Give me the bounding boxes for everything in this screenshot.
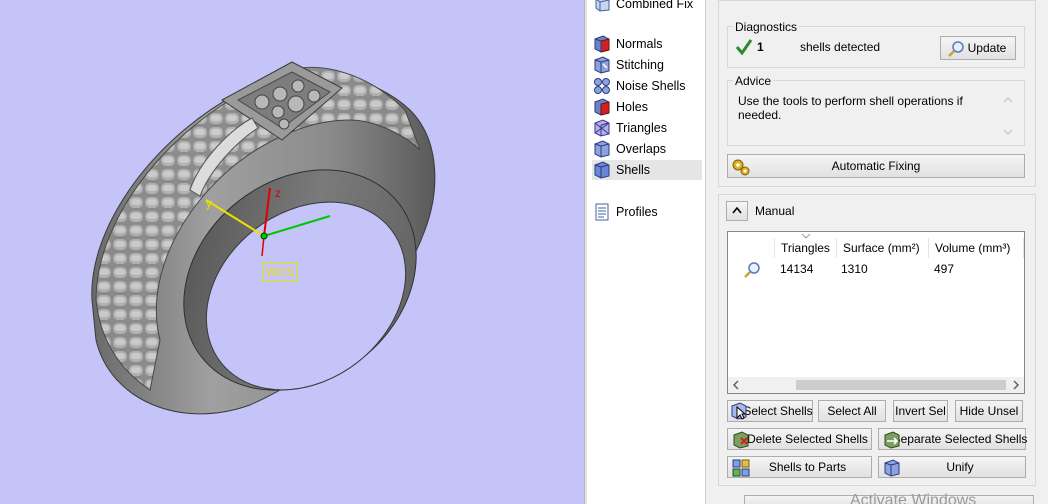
shells-table[interactable]: Triangles Surface (mm²) Volume (mm³) 141… <box>727 231 1025 394</box>
stitching-icon <box>592 56 612 74</box>
advice-scrollbar[interactable] <box>1000 92 1016 140</box>
separate-shells-icon <box>883 431 901 449</box>
tree-item-label: Normals <box>616 37 663 51</box>
zoom-to-shell-icon[interactable] <box>742 260 762 283</box>
cell-surface: 1310 <box>841 262 868 276</box>
wcs-label: WCS <box>262 262 298 282</box>
table-horizontal-scrollbar[interactable] <box>728 377 1024 393</box>
shells-to-parts-label: Shells to Parts <box>768 460 847 474</box>
tree-item-label: Combined Fix <box>616 0 694 11</box>
advice-title: Advice <box>733 74 774 88</box>
shell-count: 1 <box>757 40 764 54</box>
delete-selected-label: Delete Selected Shells <box>747 432 868 446</box>
tree-item-combined-fix[interactable]: Combined Fix <box>592 0 702 14</box>
table-row[interactable]: 14134 1310 497 <box>728 258 1024 280</box>
select-all-label: Select All <box>827 404 877 418</box>
hide-unselected-button[interactable]: Hide Unsel <box>955 400 1023 422</box>
panel-scrollbar[interactable] <box>1040 0 1048 504</box>
cell-triangles: 14134 <box>780 262 814 276</box>
column-header-volume[interactable]: Volume (mm³) <box>928 238 1024 258</box>
unify-label: Unify <box>946 460 974 474</box>
invert-selection-button[interactable]: Invert Sel <box>893 400 948 422</box>
tree-item-label: Noise Shells <box>616 79 686 93</box>
tree-item-holes[interactable]: Holes <box>592 97 702 117</box>
3d-viewport[interactable]: z y WCS <box>0 0 584 504</box>
separate-selected-shells-button[interactable]: Separate Selected Shells <box>878 428 1027 450</box>
scroll-right-icon[interactable] <box>1011 380 1021 390</box>
shells-to-parts-button[interactable]: Shells to Parts <box>727 456 872 478</box>
manual-title: Manual <box>755 204 795 218</box>
shells-icon <box>592 161 612 179</box>
diagnostics-status: shells detected <box>800 40 881 54</box>
select-shells-icon <box>730 402 748 420</box>
advice-text: Use the tools to perform shell operation… <box>738 94 963 122</box>
normals-icon <box>592 35 612 53</box>
column-header-surface[interactable]: Surface (mm²) <box>836 238 928 258</box>
unify-icon <box>883 459 901 477</box>
scroll-left-icon[interactable] <box>731 380 741 390</box>
select-shells-button[interactable]: Select Shells <box>727 400 813 422</box>
overlaps-icon <box>592 140 612 158</box>
magnifier-icon <box>947 40 965 58</box>
tree-item-overlaps[interactable]: Overlaps <box>592 139 702 159</box>
tree-item-normals[interactable]: Normals <box>592 34 702 54</box>
profiles-icon <box>592 203 612 221</box>
diagnostics-title: Diagnostics <box>733 20 800 34</box>
axis-y-label: y <box>206 196 212 210</box>
ring-model <box>91 61 436 415</box>
hide-unsel-label: Hide Unsel <box>959 404 1019 418</box>
update-button[interactable]: Update <box>940 36 1016 60</box>
tree-item-label: Overlaps <box>616 142 667 156</box>
invert-sel-label: Invert Sel <box>895 404 946 418</box>
tree-item-noise-shells[interactable]: Noise Shells <box>592 76 702 96</box>
delete-shells-icon <box>732 431 750 449</box>
scrollbar-thumb[interactable] <box>796 380 1006 390</box>
cell-volume: 497 <box>934 262 955 276</box>
tree-item-label: Holes <box>616 100 648 114</box>
tree-item-label: Shells <box>616 163 651 177</box>
triangles-icon <box>592 119 612 137</box>
automatic-fixing-label: Automatic Fixing <box>831 159 921 173</box>
select-all-button[interactable]: Select All <box>818 400 886 422</box>
tree-item-label: Profiles <box>616 205 658 219</box>
collapse-manual-button[interactable] <box>726 201 748 221</box>
tree-item-triangles[interactable]: Triangles <box>592 118 702 138</box>
holes-icon <box>592 98 612 116</box>
column-header-triangles[interactable]: Triangles <box>774 238 836 258</box>
chevron-up-icon <box>731 204 743 218</box>
shells-to-parts-icon <box>732 459 750 477</box>
combined-fix-icon <box>592 0 612 13</box>
tree-item-stitching[interactable]: Stitching <box>592 55 702 75</box>
axis-z-label: z <box>275 186 281 200</box>
delete-selected-shells-button[interactable]: Delete Selected Shells <box>727 428 872 450</box>
tree-item-profiles[interactable]: Profiles <box>592 202 702 222</box>
tree-item-label: Stitching <box>616 58 664 72</box>
activate-windows-watermark: Activate Windows <box>850 492 977 504</box>
noise-shells-icon <box>592 77 612 95</box>
tree-item-label: Triangles <box>616 121 667 135</box>
fix-tree: Combined Fix Normals Stitching Noise She… <box>588 0 706 504</box>
automatic-fixing-button[interactable]: Automatic Fixing <box>727 154 1025 178</box>
gears-icon <box>731 157 751 177</box>
unify-button[interactable]: Unify <box>878 456 1026 478</box>
check-icon <box>735 38 753 59</box>
tree-item-shells[interactable]: Shells <box>592 160 702 180</box>
